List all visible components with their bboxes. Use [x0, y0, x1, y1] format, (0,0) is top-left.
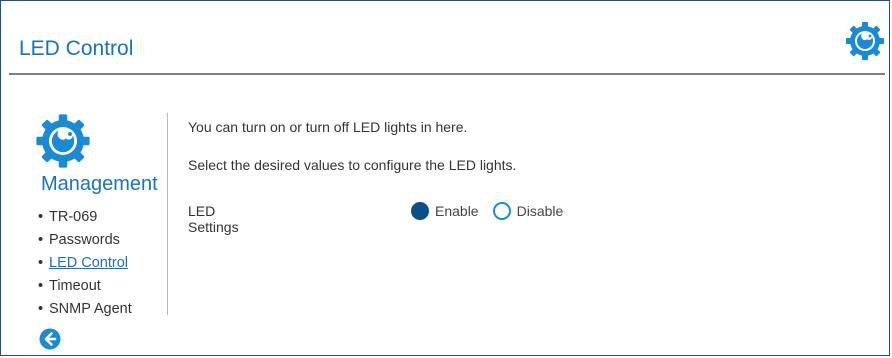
led-settings-radio-group: Enable Disable: [411, 202, 563, 220]
sidebar-item-timeout[interactable]: • Timeout: [38, 275, 132, 298]
sidebar-item-passwords[interactable]: • Passwords: [38, 229, 132, 252]
disable-radio[interactable]: [492, 202, 511, 220]
gear-wrench-icon: [36, 114, 90, 168]
sidebar-item-label: Timeout: [49, 278, 101, 294]
title-bar: LED Control: [9, 1, 885, 75]
sidebar-item-link[interactable]: LED Control: [49, 255, 128, 271]
sidebar-item-label: SNMP Agent: [49, 301, 132, 317]
instruction-text: Select the desired values to configure t…: [188, 157, 517, 173]
description-text: You can turn on or turn off LED lights i…: [188, 119, 468, 135]
enable-radio[interactable]: [411, 202, 429, 220]
gear-wrench-icon[interactable]: [845, 21, 885, 61]
led-settings-label: LED Settings: [188, 203, 239, 235]
back-arrow-icon[interactable]: [39, 328, 61, 350]
enable-radio-label[interactable]: Enable: [435, 203, 479, 219]
page-title: LED Control: [19, 37, 134, 60]
sidebar: Management • TR-069 • Passwords • LED Contr…: [25, 109, 171, 349]
app-frame: LED Control Management • TR-069 • Passwo…: [0, 0, 890, 356]
sidebar-item-snmp-agent[interactable]: • SNMP Agent: [38, 298, 132, 321]
sidebar-item-label: Passwords: [49, 232, 120, 248]
sidebar-divider: [167, 113, 168, 315]
sidebar-item-led-control[interactable]: • LED Control: [38, 252, 132, 275]
sidebar-nav: • TR-069 • Passwords • LED Control • Timeout…: [38, 206, 132, 321]
sidebar-item-tr-069[interactable]: • TR-069: [38, 206, 132, 229]
sidebar-title: Management: [41, 173, 158, 195]
sidebar-item-label: TR-069: [49, 209, 98, 225]
disable-radio-label[interactable]: Disable: [517, 203, 564, 219]
